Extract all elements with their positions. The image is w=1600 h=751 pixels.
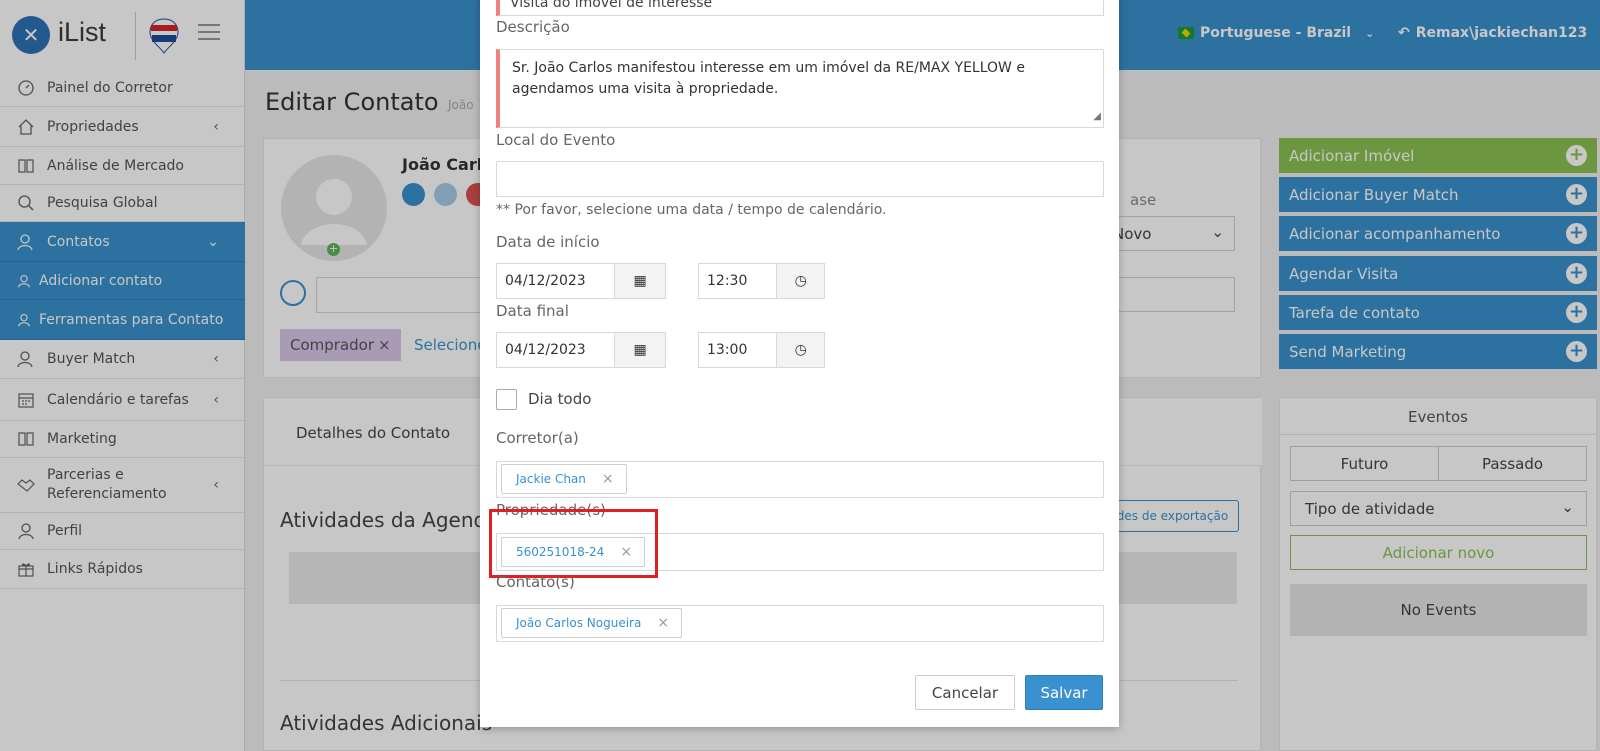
clock-icon[interactable]: ◷ <box>776 333 824 367</box>
location-label: Local do Evento <box>496 131 616 149</box>
event-title-input[interactable]: Visita do imóvel de interesse <box>496 0 1104 16</box>
input-value: Visita do imóvel de interesse <box>510 0 713 11</box>
remove-icon[interactable]: × <box>657 615 669 631</box>
tag-label: Jackie Chan <box>516 472 586 486</box>
clock-icon[interactable]: ◷ <box>776 264 824 298</box>
highlight-box <box>489 509 658 578</box>
calendar-icon[interactable]: ▦ <box>614 333 665 367</box>
date-value: 04/12/2023 <box>505 273 586 289</box>
cancel-button[interactable]: Cancelar <box>915 675 1015 710</box>
contact-tag: João Carlos Nogueira × <box>501 608 683 638</box>
agent-tag: Jackie Chan × <box>501 464 627 494</box>
schedule-event-modal: Visita do imóvel de interesse Descrição … <box>480 0 1119 727</box>
start-date-label: Data de início <box>496 233 600 251</box>
start-date-input[interactable]: 04/12/2023 ▦ <box>496 263 666 299</box>
calendar-icon[interactable]: ▦ <box>614 264 665 298</box>
description-label: Descrição <box>496 18 570 36</box>
all-day-checkbox[interactable] <box>496 389 517 410</box>
agent-label: Corretor(a) <box>496 429 579 447</box>
description-textarea[interactable]: Sr. João Carlos manifestou interesse em … <box>496 49 1104 128</box>
start-time-input[interactable]: 12:30 ◷ <box>698 263 825 299</box>
textarea-value: Sr. João Carlos manifestou interesse em … <box>512 60 1025 97</box>
all-day-label: Dia todo <box>528 390 592 408</box>
date-value: 04/12/2023 <box>505 342 586 358</box>
tag-label: João Carlos Nogueira <box>516 616 642 630</box>
location-input[interactable] <box>496 161 1104 197</box>
resize-handle-icon[interactable]: ◢ <box>1093 106 1101 127</box>
end-time-input[interactable]: 13:00 ◷ <box>698 332 825 368</box>
contacts-input[interactable]: João Carlos Nogueira × <box>496 605 1104 642</box>
save-button[interactable]: Salvar <box>1025 675 1103 710</box>
time-value: 13:00 <box>707 342 748 358</box>
remove-icon[interactable]: × <box>602 471 614 487</box>
contacts-label: Contato(s) <box>496 573 575 591</box>
time-value: 12:30 <box>707 273 748 289</box>
end-date-input[interactable]: 04/12/2023 ▦ <box>496 332 666 368</box>
end-date-label: Data final <box>496 302 569 320</box>
date-hint: ** Por favor, selecione uma data / tempo… <box>496 202 887 218</box>
agent-input[interactable]: Jackie Chan × <box>496 461 1104 498</box>
